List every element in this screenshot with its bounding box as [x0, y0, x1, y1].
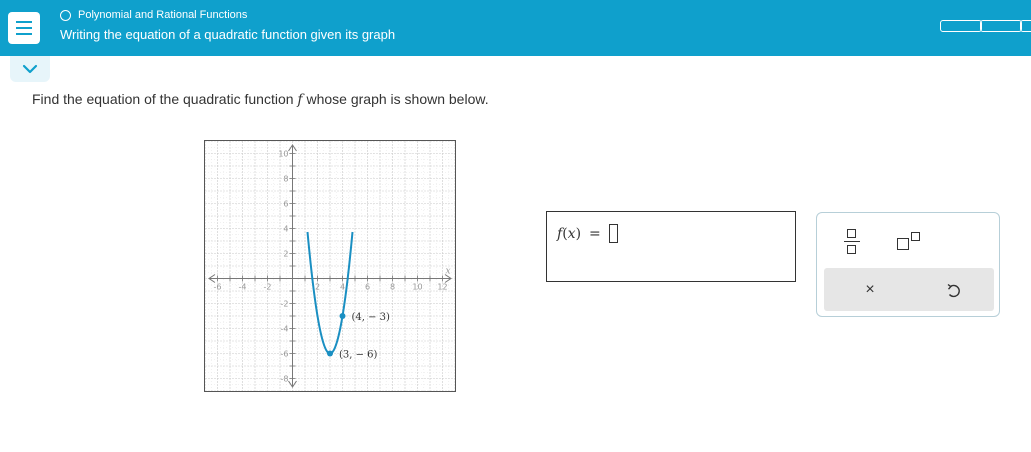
x-tick-label: -4: [239, 283, 247, 292]
breadcrumb: Polynomial and Rational Functions: [60, 9, 247, 21]
prompt-text-before: Find the equation of the quadratic funct…: [32, 91, 294, 107]
menu-icon[interactable]: [8, 12, 40, 44]
y-tick-label: 4: [283, 225, 288, 234]
exponent-button[interactable]: [897, 230, 923, 252]
y-tick-label: -8: [281, 375, 289, 384]
toolbox-action-bar: ×: [824, 268, 994, 311]
answer-func-arg: x: [567, 225, 576, 242]
parabola-graph: -6 -4 -2 2 4 6 8 10 12 10 8 6 4 2 -2 -4 -6 -8 x (4, − 3) (3,…: [204, 140, 456, 392]
clear-button[interactable]: ×: [854, 280, 886, 300]
undo-button[interactable]: [939, 280, 971, 300]
y-tick-label: -4: [281, 325, 289, 334]
topic-circle-icon: [60, 9, 71, 21]
prompt-text-after: whose graph is shown below.: [306, 91, 489, 107]
progress-segment: [940, 20, 982, 32]
x-tick-label: 4: [340, 283, 345, 292]
fraction-button[interactable]: [843, 229, 861, 255]
x-tick-label: 12: [437, 283, 447, 292]
y-tick-label: 6: [283, 200, 288, 209]
progress-segment: [980, 20, 1022, 32]
x-tick-label: -6: [214, 283, 222, 292]
fraction-icon: [847, 229, 856, 238]
exponent-icon: [897, 238, 909, 250]
y-tick-label: 10: [278, 150, 288, 159]
x-tick-label: 10: [412, 283, 422, 292]
question-prompt: Find the equation of the quadratic funct…: [32, 91, 489, 108]
point-label: (3, − 6): [339, 350, 378, 361]
point-label: (4, − 3): [352, 312, 391, 323]
y-tick-label: 8: [283, 175, 288, 184]
graph-panel: -6 -4 -2 2 4 6 8 10 12 10 8 6 4 2 -2 -4 -6 -8 x (4, − 3) (3,…: [204, 140, 456, 392]
page-title: Writing the equation of a quadratic func…: [60, 27, 396, 42]
x-tick-label: 8: [390, 283, 395, 292]
answer-equals: =: [589, 225, 601, 242]
expand-toggle-button[interactable]: [10, 56, 50, 82]
top-bar: Polynomial and Rational Functions Writin…: [0, 0, 1031, 56]
close-icon: ×: [865, 281, 875, 298]
undo-icon: [947, 283, 960, 298]
x-axis-label: x: [445, 267, 450, 277]
x-tick-label: 6: [365, 283, 370, 292]
graph-point: [327, 350, 333, 357]
answer-input[interactable]: [608, 224, 618, 243]
progress-segment: [1020, 20, 1031, 32]
graph-point: [339, 313, 346, 319]
y-tick-label: -6: [281, 350, 289, 359]
chevron-down-icon: [22, 64, 38, 74]
x-tick-label: -2: [264, 283, 272, 292]
breadcrumb-text: Polynomial and Rational Functions: [78, 9, 248, 21]
y-tick-label: -2: [281, 300, 289, 309]
prompt-function-var: f: [297, 92, 303, 108]
y-tick-label: 2: [283, 250, 288, 259]
answer-expression: f (x) =: [557, 224, 618, 243]
math-toolbox: ×: [816, 212, 1000, 317]
x-tick-label: 2: [315, 283, 320, 292]
progress-indicator: [940, 20, 1031, 32]
answer-box: f (x) =: [546, 211, 796, 282]
